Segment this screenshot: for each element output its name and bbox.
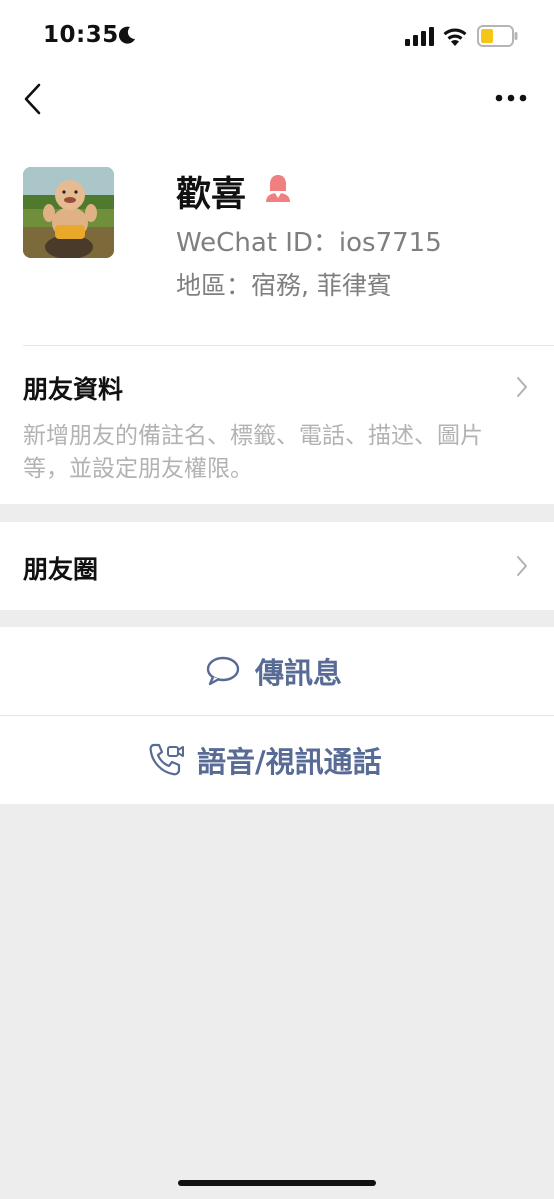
friend-info-description: 新增朋友的備註名、標籤、電話、描述、圖片等，並設定朋友權限。: [23, 423, 483, 482]
chevron-right-icon: [517, 377, 527, 397]
status-time: 10:35: [43, 22, 119, 48]
moments-title: 朋友圈: [23, 555, 99, 584]
battery-icon: [477, 25, 518, 47]
back-arrow-icon[interactable]: [22, 82, 44, 116]
voice-video-call-label: 語音/視訊通話: [197, 745, 382, 779]
send-message-button[interactable]: 傳訊息: [0, 627, 554, 715]
send-message-label: 傳訊息: [255, 656, 343, 690]
moon-icon: [118, 26, 135, 44]
chevron-right-icon: [517, 556, 527, 576]
friend-info-row[interactable]: 朋友資料 新增朋友的備註名、標籤、電話、描述、圖片等，並設定朋友權限。: [0, 346, 554, 504]
signal-icon: [405, 27, 434, 46]
profile-header: 歡喜 WeChat ID：ios7715 地區：宿務, 菲律賓: [0, 130, 554, 346]
avatar-image: [23, 167, 114, 258]
chat-bubble-icon: [206, 656, 240, 686]
home-indicator[interactable]: [178, 1180, 376, 1186]
phone-video-icon: [149, 743, 184, 776]
female-icon: [266, 175, 290, 202]
profile-name: 歡喜: [176, 175, 247, 215]
more-options-icon[interactable]: [495, 88, 529, 108]
region-text: 地區：宿務, 菲律賓: [176, 271, 392, 300]
wifi-icon: [443, 28, 467, 46]
friend-info-title: 朋友資料: [23, 375, 124, 404]
moments-row[interactable]: 朋友圈: [0, 522, 554, 610]
status-bar: 10:35: [0, 0, 554, 70]
voice-video-call-button[interactable]: 語音/視訊通話: [0, 716, 554, 804]
nav-bar: [0, 70, 554, 130]
wechat-id: WeChat ID：ios7715: [176, 228, 442, 258]
avatar[interactable]: [23, 167, 114, 258]
